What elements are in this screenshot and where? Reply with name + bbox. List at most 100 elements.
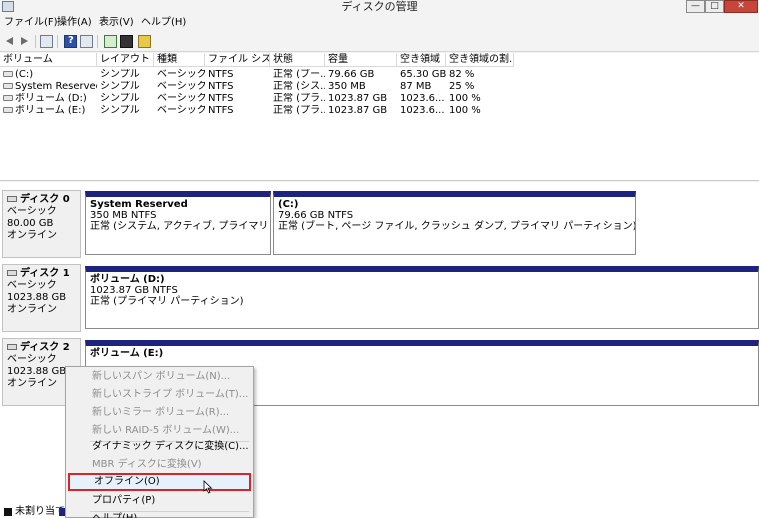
- column-header-free-space[interactable]: 空き領域: [397, 53, 446, 67]
- disk-type: ベーシック: [7, 206, 57, 217]
- menu-offline[interactable]: オフライン(O): [68, 473, 251, 491]
- partition-status: 正常 (ブート, ページ ファイル, クラッシュ ダンプ, プライマリ パーティ…: [278, 221, 636, 232]
- console-tree-icon[interactable]: [40, 35, 53, 48]
- column-header-layout[interactable]: レイアウト: [97, 53, 154, 67]
- menu-bar: ファイル(F) 操作(A) 表示(V) ヘルプ(H): [0, 14, 759, 32]
- free-space-cell: 87 MB: [400, 81, 432, 92]
- menu-view[interactable]: 表示(V): [99, 16, 134, 30]
- menu-new-mirrored-volume[interactable]: 新しいミラー ボリューム(R)...: [68, 404, 251, 422]
- drive-icon: [3, 95, 13, 101]
- refresh-icon[interactable]: [104, 35, 117, 48]
- layout-cell: シンプル: [100, 105, 140, 116]
- free-percent-cell: 100 %: [449, 105, 481, 116]
- title-bar: ディスクの管理 — □ ✕: [0, 0, 759, 14]
- window-title: ディスクの管理: [341, 0, 418, 13]
- disk-type: ベーシック: [7, 280, 57, 291]
- column-header-capacity[interactable]: 容量: [325, 53, 397, 67]
- menu-help[interactable]: ヘルプ(H): [141, 16, 186, 30]
- layout-cell: シンプル: [100, 93, 140, 104]
- free-space-cell: 1023.6...: [400, 105, 445, 116]
- disk-icon: [7, 196, 17, 202]
- disk-1-label[interactable]: ディスク 1 ベーシック 1023.88 GB オンライン: [2, 264, 81, 332]
- filesystem-cell: NTFS: [208, 69, 234, 80]
- type-cell: ベーシック: [157, 105, 205, 116]
- menu-action[interactable]: 操作(A): [57, 16, 92, 30]
- capacity-cell: 350 MB: [328, 81, 366, 92]
- column-header-volume[interactable]: ボリューム: [0, 53, 97, 67]
- column-header-free-percent[interactable]: 空き領域の割...: [446, 53, 514, 67]
- status-cell: 正常 (シス...: [273, 81, 325, 92]
- volume-name: ボリューム (D:): [15, 93, 87, 104]
- toolbar-separator: [35, 35, 36, 48]
- partition-size: 350 MB NTFS: [90, 210, 157, 221]
- column-header-status[interactable]: 状態: [270, 53, 325, 67]
- disk-type: ベーシック: [7, 354, 57, 365]
- menu-properties[interactable]: プロパティ(P): [68, 492, 251, 510]
- help-icon[interactable]: [64, 35, 77, 48]
- table-row[interactable]: ボリューム (E:) シンプル ベーシック NTFS 正常 (プラ... 102…: [0, 105, 759, 117]
- type-cell: ベーシック: [157, 69, 205, 80]
- partition-name: ボリューム (D:): [90, 274, 165, 285]
- toolbar-separator: [97, 35, 98, 48]
- partition-c[interactable]: (C:) 79.66 GB NTFS 正常 (ブート, ページ ファイル, クラ…: [273, 191, 636, 255]
- capacity-cell: 1023.87 GB: [328, 105, 388, 116]
- free-percent-cell: 100 %: [449, 93, 481, 104]
- disk-icon: [7, 270, 17, 276]
- drive-icon: [3, 107, 13, 113]
- type-cell: ベーシック: [157, 93, 205, 104]
- layout-cell: シンプル: [100, 81, 140, 92]
- legend-swatch-unallocated: [4, 508, 12, 516]
- partition-status: 正常 (システム, アクティブ, プライマリ パーティション: [90, 221, 270, 232]
- free-percent-cell: 25 %: [449, 81, 475, 92]
- toolbar: [0, 32, 759, 52]
- disk-status: オンライン: [7, 304, 57, 315]
- column-header-type[interactable]: 種類: [154, 53, 205, 67]
- menu-file[interactable]: ファイル(F): [4, 16, 58, 30]
- settings-icon[interactable]: [120, 35, 133, 48]
- minimize-button[interactable]: —: [686, 0, 705, 13]
- status-cell: 正常 (ブー...: [273, 69, 325, 80]
- partition-name: System Reserved: [90, 199, 188, 210]
- maximize-button[interactable]: □: [705, 0, 724, 13]
- disk-icon: [7, 344, 17, 350]
- drive-icon: [3, 83, 13, 89]
- status-cell: 正常 (プラ...: [273, 93, 325, 104]
- properties-icon[interactable]: [80, 35, 93, 48]
- close-button[interactable]: ✕: [724, 0, 758, 13]
- partition-system-reserved[interactable]: System Reserved 350 MB NTFS 正常 (システム, アク…: [85, 191, 271, 255]
- volume-name: ボリューム (E:): [15, 105, 86, 116]
- menu-new-striped-volume[interactable]: 新しいストライプ ボリューム(T)...: [68, 386, 251, 404]
- partition-status: 正常 (プライマリ パーティション): [90, 296, 244, 307]
- menu-new-spanned-volume[interactable]: 新しいスパン ボリューム(N)...: [68, 368, 251, 386]
- status-cell: 正常 (プラ...: [273, 105, 325, 116]
- partition-name: ボリューム (E:): [90, 348, 164, 359]
- free-space-cell: 65.30 GB: [400, 69, 446, 80]
- capacity-cell: 1023.87 GB: [328, 93, 388, 104]
- table-row[interactable]: ボリューム (D:) シンプル ベーシック NTFS 正常 (プラ... 102…: [0, 93, 759, 105]
- disk-status: オンライン: [7, 230, 57, 241]
- partition-size: 1023.87 GB NTFS: [90, 285, 178, 296]
- drive-icon: [3, 71, 13, 77]
- table-row[interactable]: System Reserved シンプル ベーシック NTFS 正常 (シス..…: [0, 81, 759, 93]
- rescan-disk-icon[interactable]: [138, 35, 151, 48]
- legend-label-unallocated: 未割り当て: [15, 506, 65, 517]
- disk-name: ディスク 1: [20, 268, 70, 279]
- partition-d[interactable]: ボリューム (D:) 1023.87 GB NTFS 正常 (プライマリ パーテ…: [85, 266, 759, 329]
- volume-list: ボリューム レイアウト 種類 ファイル シス... 状態 容量 空き領域 空き領…: [0, 53, 759, 181]
- menu-convert-to-dynamic[interactable]: ダイナミック ディスクに変換(C)...: [68, 438, 251, 456]
- filesystem-cell: NTFS: [208, 105, 234, 116]
- context-menu: 新しいスパン ボリューム(N)... 新しいストライプ ボリューム(T)... …: [65, 366, 254, 518]
- filesystem-cell: NTFS: [208, 81, 234, 92]
- disk-0-label[interactable]: ディスク 0 ベーシック 80.00 GB オンライン: [2, 190, 81, 258]
- forward-arrow-icon[interactable]: [18, 35, 31, 48]
- menu-convert-to-mbr[interactable]: MBR ディスクに変換(V): [68, 456, 251, 474]
- column-header-filesystem[interactable]: ファイル シス...: [205, 53, 270, 67]
- menu-help[interactable]: ヘルプ(H): [68, 510, 251, 518]
- back-arrow-icon[interactable]: [3, 35, 16, 48]
- volume-name: System Reserved: [15, 81, 97, 92]
- table-row[interactable]: (C:) シンプル ベーシック NTFS 正常 (ブー... 79.66 GB …: [0, 69, 759, 81]
- partition-size: 79.66 GB NTFS: [278, 210, 354, 221]
- toolbar-separator: [57, 35, 58, 48]
- disk-name: ディスク 2: [20, 342, 70, 353]
- partition-name: (C:): [278, 199, 299, 210]
